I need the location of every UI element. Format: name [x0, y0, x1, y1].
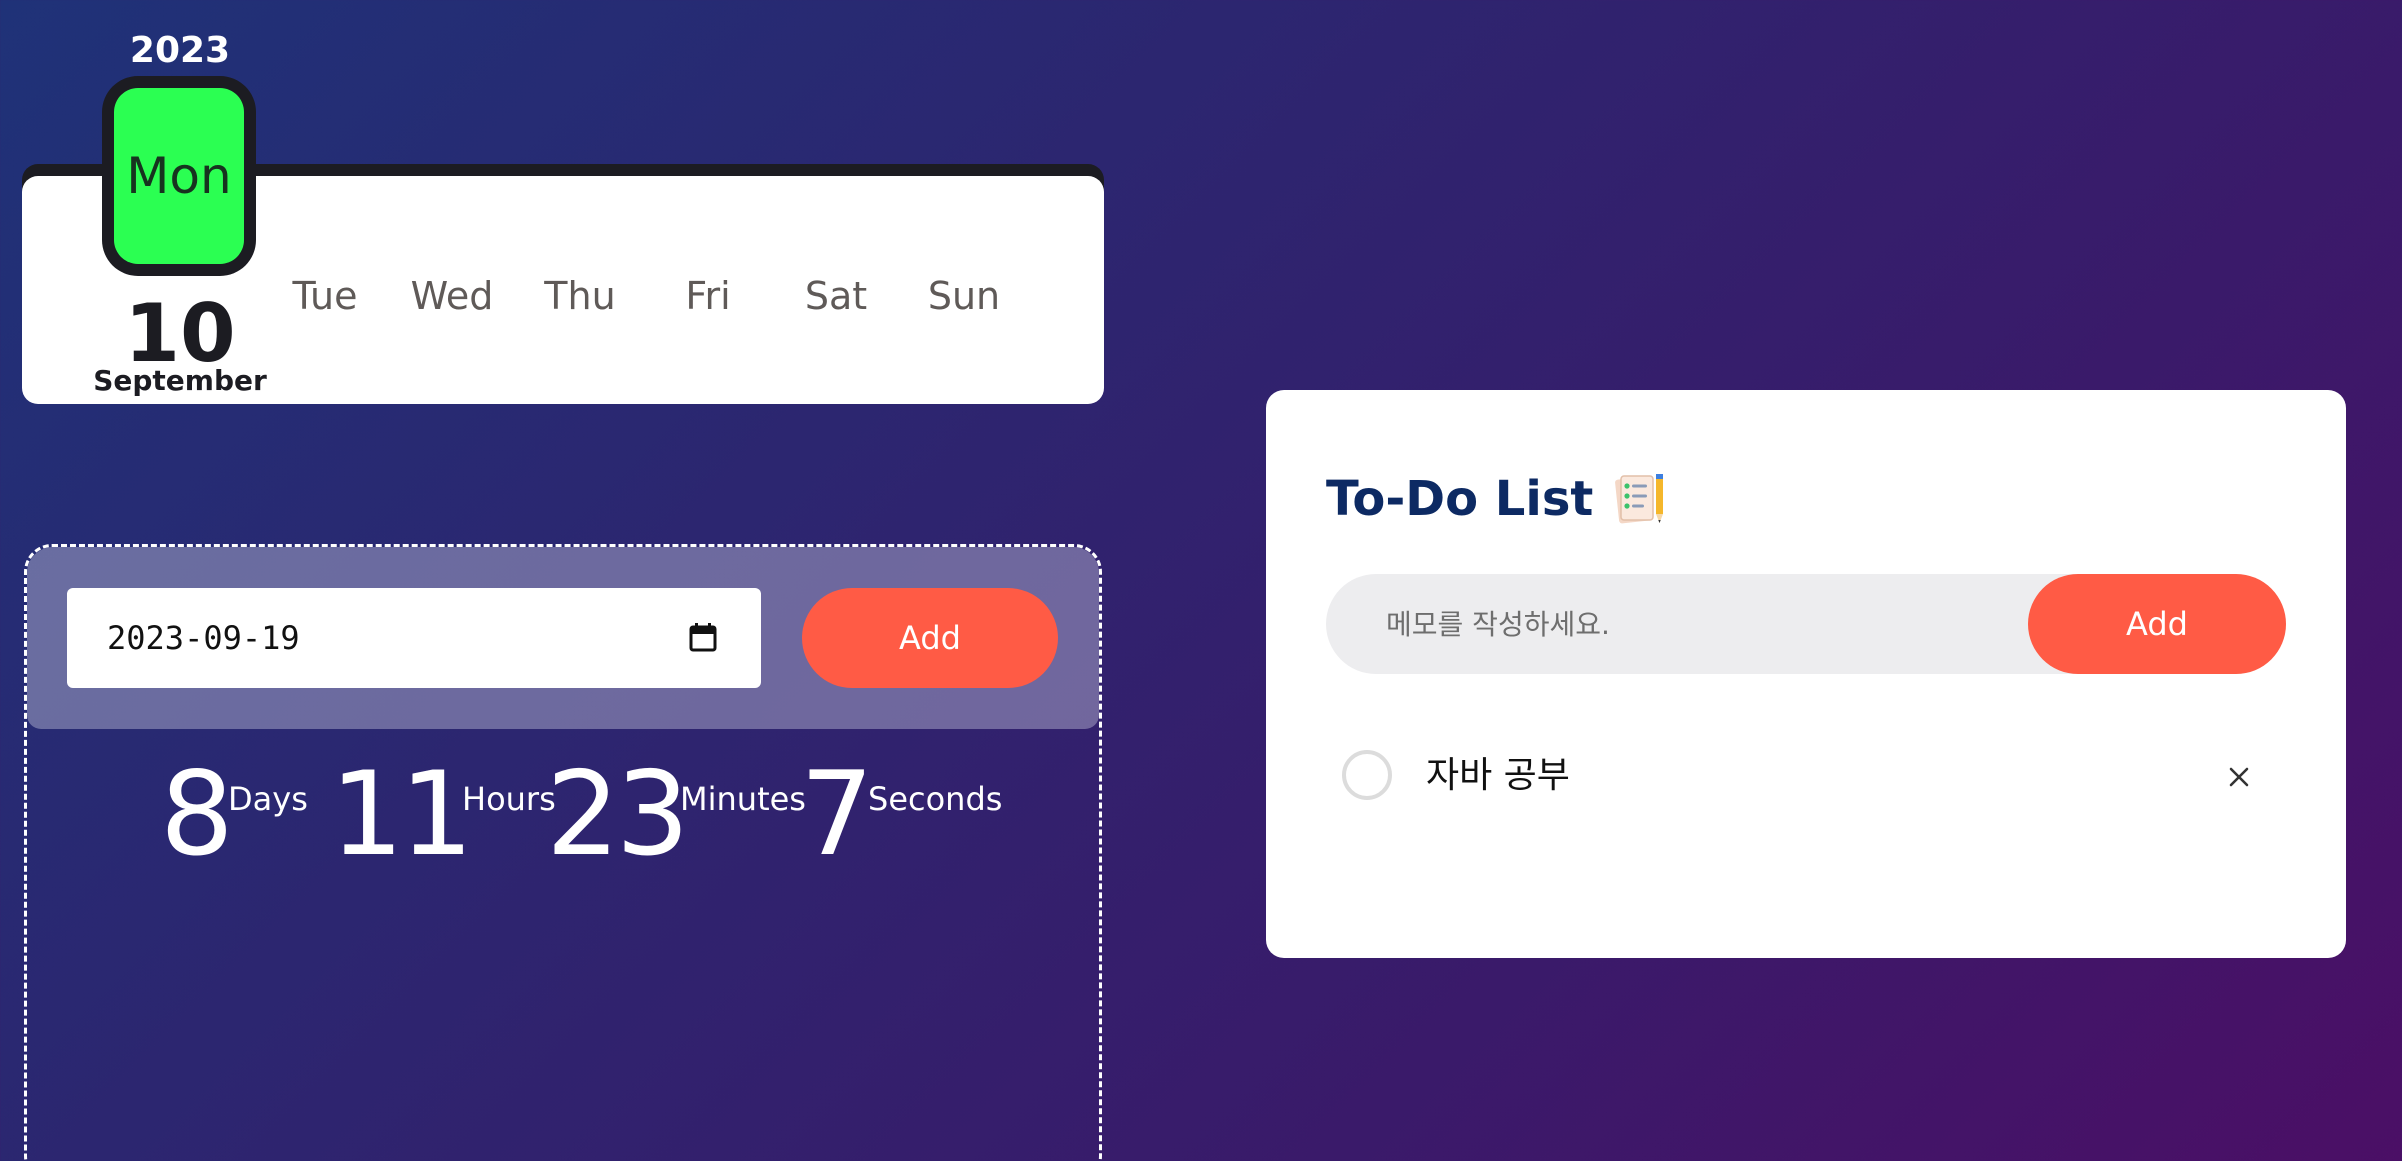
calendar-today-tab: Mon [102, 76, 256, 276]
countdown-minutes: 23 [546, 747, 690, 882]
weekday-tue: Tue [292, 274, 358, 318]
todo-item-delete-button[interactable] [2216, 754, 2262, 800]
countdown-seconds-label: Seconds [868, 780, 1003, 818]
dday-date-input[interactable]: 2023-09-19 [67, 588, 761, 688]
todo-title: To-Do List [1326, 470, 1669, 528]
todo-title-text: To-Do List [1326, 471, 1594, 527]
dday-date-value: 2023-09-19 [107, 619, 300, 657]
countdown-hours: 11 [330, 747, 474, 882]
todo-memo-input[interactable] [1326, 574, 2016, 674]
calendar-icon[interactable] [689, 622, 717, 652]
close-icon [2229, 767, 2249, 787]
countdown-days-label: Days [228, 780, 308, 818]
countdown-seconds: 7 [800, 747, 874, 882]
todo-input-bar: Add [1326, 574, 2286, 674]
todo-card: To-Do List Add 자바 공부 [1266, 390, 2346, 958]
weekday-sun: Sun [927, 274, 1001, 318]
weekday-thu: Thu [544, 274, 616, 318]
dday-countdown: 8 Days 11 Hours 23 Minutes 7 Seconds [0, 750, 1126, 880]
countdown-days: 8 [160, 747, 234, 882]
notepad-pencil-icon [1615, 474, 1664, 524]
todo-list-item: 자바 공부 [1326, 736, 2286, 820]
countdown-minutes-label: Minutes [680, 780, 806, 818]
todo-add-button[interactable]: Add [2028, 574, 2286, 674]
calendar-month: September [93, 364, 267, 397]
dday-add-button[interactable]: Add [802, 588, 1058, 688]
weekday-fri: Fri [685, 274, 731, 318]
weekday-wed: Wed [410, 274, 494, 318]
weekday-sat: Sat [804, 274, 868, 318]
todo-item-checkbox[interactable] [1342, 750, 1392, 800]
calendar-today-weekday: Mon [114, 88, 244, 264]
todo-item-text: 자바 공부 [1426, 755, 1570, 796]
calendar-weekday-row: Tue Wed Thu Fri Sat Sun [0, 274, 1100, 324]
countdown-hours-label: Hours [462, 780, 556, 818]
calendar-year: 2023 [129, 30, 231, 71]
